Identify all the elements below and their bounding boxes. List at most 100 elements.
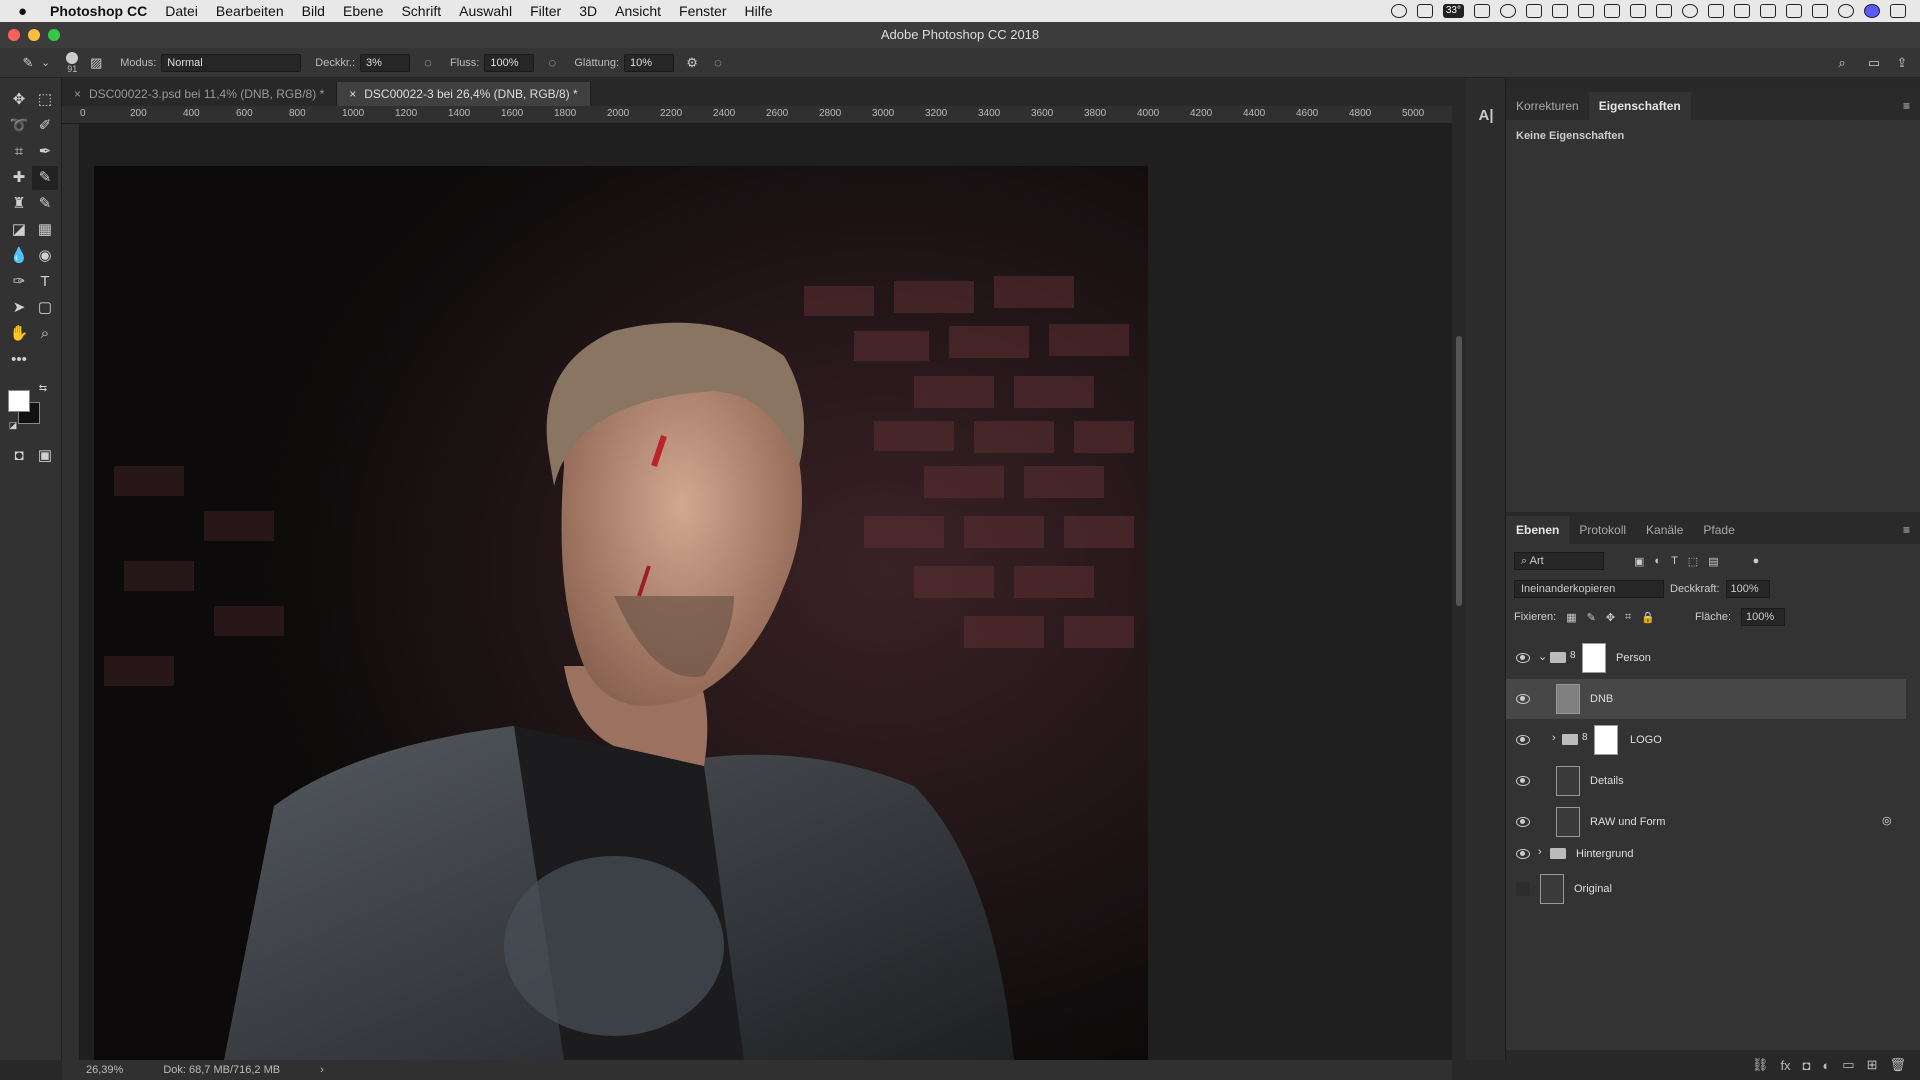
chevron-right-icon[interactable]: ›	[1538, 846, 1542, 858]
pen-tool-icon[interactable]: ✑	[6, 270, 32, 294]
menu-3d[interactable]: 3D	[579, 3, 597, 19]
filter-smartobject-icon[interactable]: ▤	[1708, 555, 1718, 568]
zoom-window-icon[interactable]	[48, 29, 60, 41]
visibility-eye-icon[interactable]	[1516, 653, 1530, 663]
default-colors-icon[interactable]: ◪	[6, 418, 20, 432]
smart-filter-icon[interactable]: ◎	[1882, 814, 1892, 827]
path-selection-tool-icon[interactable]: ➤	[6, 296, 32, 320]
layer-opacity-input[interactable]: 100%	[1725, 580, 1770, 598]
trash-icon[interactable]: 🗑	[1889, 1057, 1906, 1073]
chevron-right-icon[interactable]: ›	[1552, 732, 1556, 744]
spotlight-icon[interactable]	[1838, 4, 1854, 18]
smoothing-input[interactable]: 10%	[624, 53, 675, 72]
share-button[interactable]: ⇪	[1894, 55, 1910, 71]
link-layers-icon[interactable]: ⛓	[1752, 1057, 1769, 1073]
blur-tool-icon[interactable]: 💧	[6, 244, 32, 268]
cloud-icon[interactable]	[1500, 4, 1516, 18]
vertical-ruler[interactable]	[62, 124, 80, 1060]
layer-raw-und-form[interactable]: RAW und Form ◎	[1506, 802, 1906, 842]
layer-details[interactable]: Details	[1506, 761, 1906, 801]
filter-pixel-icon[interactable]: ▣	[1634, 555, 1644, 568]
minimize-window-icon[interactable]	[28, 29, 40, 41]
document-image[interactable]	[94, 166, 1148, 1060]
dropbox-icon[interactable]	[1552, 4, 1568, 18]
zoom-tool-icon[interactable]: ⌕	[32, 322, 58, 346]
tab-pfade[interactable]: Pfade	[1693, 516, 1744, 544]
scrollbar-thumb[interactable]	[1456, 336, 1462, 606]
more-tools-icon[interactable]: •••	[6, 348, 32, 372]
brush-panel-toggle[interactable]: ▨	[88, 55, 104, 71]
fill-input[interactable]: 100%	[1741, 608, 1786, 626]
dodge-tool-icon[interactable]: ◉	[32, 244, 58, 268]
evernote-icon-2[interactable]	[1656, 4, 1672, 18]
layer-logo[interactable]: › 8 LOGO	[1506, 720, 1906, 760]
menu-ebene[interactable]: Ebene	[343, 3, 383, 19]
quick-mask-icon[interactable]: ◘	[6, 444, 32, 468]
close-window-icon[interactable]	[8, 29, 20, 41]
filter-toggle-icon[interactable]: ●	[1753, 555, 1760, 567]
filter-shape-icon[interactable]: ⬚	[1688, 555, 1698, 568]
layer-hintergrund[interactable]: › Hintergrund	[1506, 839, 1906, 869]
visibility-eye-icon[interactable]	[1516, 694, 1530, 704]
close-tab-icon[interactable]: ×	[74, 82, 81, 106]
clipboard-icon[interactable]	[1630, 4, 1646, 18]
character-panel-icon[interactable]: A|	[1478, 108, 1494, 124]
tab-document-2[interactable]: × DSC00022-3 bei 26,4% (DNB, RGB/8) *	[337, 82, 591, 106]
lock-artboard-icon[interactable]: ⌗	[1625, 611, 1631, 624]
search-button[interactable]: ⌕	[1834, 55, 1850, 71]
move-tool-icon[interactable]: ✥	[6, 88, 32, 112]
siri-icon[interactable]	[1864, 4, 1880, 18]
menu-datei[interactable]: Datei	[165, 3, 198, 19]
visibility-eye-icon[interactable]	[1516, 849, 1530, 859]
layer-mask-thumbnail[interactable]	[1582, 643, 1606, 673]
apple-icon[interactable]: ●	[18, 3, 40, 20]
clone-stamp-tool-icon[interactable]: ♜	[6, 192, 32, 216]
eraser-tool-icon[interactable]: ◪	[6, 218, 32, 242]
history-brush-tool-icon[interactable]: ✎	[32, 192, 58, 216]
blend-mode-select[interactable]: Ineinanderkopieren	[1514, 580, 1664, 598]
evernote-icon[interactable]	[1578, 4, 1594, 18]
foreground-color-swatch[interactable]	[8, 390, 30, 412]
new-group-icon[interactable]: ▭	[1842, 1057, 1854, 1073]
lasso-tool-icon[interactable]: ➰	[6, 114, 32, 138]
menu-schrift[interactable]: Schrift	[401, 3, 441, 19]
close-tab-icon[interactable]: ×	[349, 82, 356, 106]
filter-adjustment-icon[interactable]: ◐	[1654, 555, 1661, 567]
zoom-level[interactable]: 26,39%	[86, 1064, 123, 1076]
visibility-eye-icon[interactable]	[1516, 776, 1530, 786]
chevron-down-icon[interactable]: ⌄	[1538, 650, 1547, 663]
battery-icon[interactable]	[1812, 4, 1828, 18]
timemachine-icon[interactable]	[1734, 4, 1750, 18]
layer-original[interactable]: Original	[1506, 869, 1906, 909]
layer-dnb[interactable]: DNB	[1506, 679, 1906, 719]
menu-ansicht[interactable]: Ansicht	[615, 3, 661, 19]
opacity-input[interactable]: 3%	[360, 53, 411, 72]
horizontal-ruler[interactable]: 0 200 400 600 800 1000 1200 1400 1600 18…	[62, 106, 1452, 124]
tab-eigenschaften[interactable]: Eigenschaften	[1588, 92, 1691, 120]
brush-size-picker[interactable]: 91	[66, 51, 79, 74]
pressure-size-toggle[interactable]: ◌	[710, 55, 726, 71]
menu-auswahl[interactable]: Auswahl	[459, 3, 512, 19]
workspace-switcher[interactable]: ▭	[1866, 55, 1882, 71]
creative-cloud-icon[interactable]	[1526, 4, 1542, 18]
gradient-tool-icon[interactable]: ▦	[32, 218, 58, 242]
tab-korrekturen[interactable]: Korrekturen	[1506, 92, 1589, 120]
airbrush-toggle[interactable]: ◌	[544, 55, 560, 71]
layer-filter-select[interactable]: ⌕ Art	[1514, 552, 1604, 570]
tab-document-1[interactable]: × DSC00022-3.psd bei 11,4% (DNB, RGB/8) *	[62, 82, 338, 106]
crop-tool-icon[interactable]: ⌗	[6, 140, 32, 164]
lock-all-icon[interactable]: 🔒	[1641, 611, 1655, 624]
pressure-opacity-toggle[interactable]: ◌	[420, 55, 436, 71]
temperature-badge[interactable]: 33°	[1442, 4, 1464, 18]
lock-position-icon[interactable]: ✥	[1606, 611, 1615, 624]
filter-type-icon[interactable]: T	[1671, 555, 1678, 567]
marquee-tool-icon[interactable]: ⬚	[32, 88, 58, 112]
record-icon[interactable]	[1390, 4, 1407, 18]
menu-hilfe[interactable]: Hilfe	[745, 3, 773, 19]
screen-mode-icon[interactable]: ▣	[32, 444, 58, 468]
panel-menu-icon[interactable]: ≡	[1903, 523, 1910, 537]
visibility-off-box[interactable]	[1516, 882, 1530, 896]
tab-protokoll[interactable]: Protokoll	[1569, 516, 1636, 544]
visibility-eye-icon[interactable]	[1516, 735, 1530, 745]
healing-brush-tool-icon[interactable]: ✚	[6, 166, 32, 190]
